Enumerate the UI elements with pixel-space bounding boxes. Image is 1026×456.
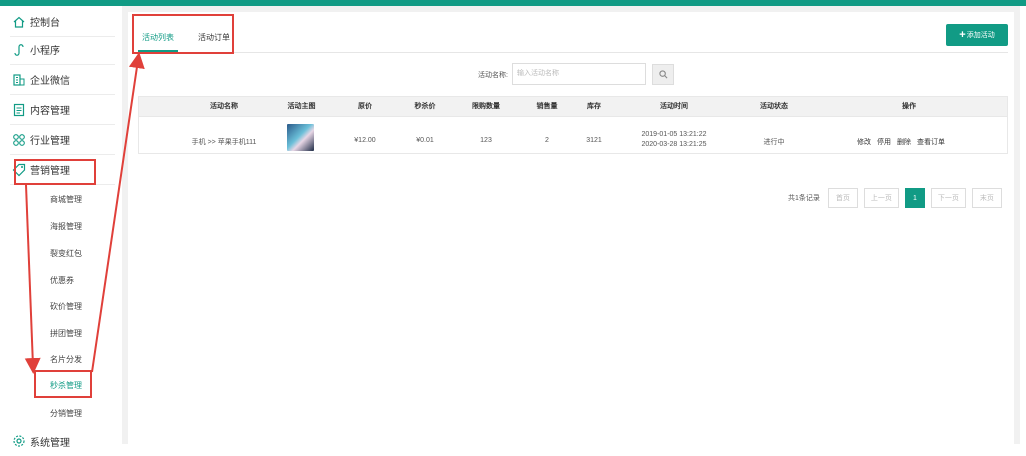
activity-thumbnail bbox=[287, 124, 314, 151]
gear-icon bbox=[10, 434, 28, 448]
sidebar: 控制台 小程序 企业微信 内容管理 行业管理 营销管理 商城管理 海报管理 裂变… bbox=[0, 6, 120, 454]
sidebar-item-label: 小程序 bbox=[30, 46, 60, 57]
column-header: 销售量 bbox=[536, 103, 558, 110]
sub-item-bargain[interactable]: 砍价管理 bbox=[50, 299, 82, 315]
activity-table: 活动名称 活动主图 原价 秒杀价 限购数量 销售量 库存 活动时间 活动状态 操… bbox=[138, 96, 1008, 154]
cell-seckill-price: ¥0.01 bbox=[416, 137, 434, 144]
sidebar-item-label: 营销管理 bbox=[30, 166, 70, 177]
sidebar-item-industry[interactable]: 行业管理 bbox=[10, 125, 115, 155]
cell-stock: 3121 bbox=[586, 137, 602, 144]
delete-link[interactable]: 删除 bbox=[897, 137, 911, 147]
cell-activity-name: 手机 >> 苹果手机111 bbox=[191, 139, 257, 146]
column-header: 限购数量 bbox=[472, 103, 500, 110]
sub-item-poster[interactable]: 海报管理 bbox=[50, 219, 82, 235]
sub-item-red-packet[interactable]: 裂变红包 bbox=[50, 246, 82, 262]
sidebar-item-system[interactable]: 系统管理 bbox=[10, 426, 115, 456]
column-header: 原价 bbox=[358, 103, 372, 110]
document-icon bbox=[10, 103, 28, 117]
column-header: 活动主图 bbox=[287, 103, 316, 110]
add-activity-label: 添加活动 bbox=[966, 32, 995, 39]
cell-time-end: 2020-03-28 13:21:25 bbox=[641, 141, 707, 148]
column-header: 活动时间 bbox=[660, 103, 688, 110]
column-header: 活动状态 bbox=[760, 103, 788, 110]
plus-icon: + bbox=[959, 29, 966, 41]
column-header: 活动名称 bbox=[210, 103, 238, 110]
edit-link[interactable]: 修改 bbox=[857, 137, 871, 147]
sub-item-group-buy[interactable]: 拼团管理 bbox=[50, 326, 82, 342]
sub-item-card-share[interactable]: 名片分发 bbox=[50, 352, 82, 368]
main-area: 活动列表 活动订单 + 添加活动 活动名称: 输入活动名称 活动名称 活动主图 … bbox=[122, 6, 1020, 444]
column-header: 库存 bbox=[587, 103, 601, 110]
total-count: 共1条记录 bbox=[788, 195, 820, 202]
prev-page-button[interactable]: 上一页 bbox=[863, 188, 899, 208]
sidebar-item-label: 系统管理 bbox=[30, 437, 70, 449]
search-label: 活动名称: bbox=[478, 72, 508, 79]
view-orders-link[interactable]: 查看订单 bbox=[917, 137, 945, 147]
content-panel: 活动列表 活动订单 + 添加活动 活动名称: 输入活动名称 活动名称 活动主图 … bbox=[128, 12, 1014, 444]
cell-sales: 2 bbox=[545, 137, 549, 144]
pagination: 共1条记录 首页 上一页 1 下一页 末页 bbox=[788, 188, 1002, 208]
sidebar-item-dashboard[interactable]: 控制台 bbox=[10, 7, 115, 37]
mini-program-icon bbox=[10, 43, 28, 57]
tab-activity-list[interactable]: 活动列表 bbox=[138, 30, 178, 52]
tab-divider bbox=[138, 52, 1008, 53]
sub-item-coupon[interactable]: 优惠券 bbox=[50, 273, 74, 289]
sidebar-item-marketing[interactable]: 营销管理 bbox=[10, 155, 115, 185]
next-page-button[interactable]: 下一页 bbox=[930, 188, 966, 208]
tab-bar: 活动列表 活动订单 bbox=[138, 30, 234, 52]
sidebar-item-label: 行业管理 bbox=[30, 136, 70, 147]
search-input[interactable]: 输入活动名称 bbox=[512, 63, 646, 85]
sub-item-distribution[interactable]: 分销管理 bbox=[50, 406, 82, 422]
home-icon bbox=[10, 15, 28, 29]
sidebar-item-label: 控制台 bbox=[30, 18, 60, 29]
sidebar-item-content[interactable]: 内容管理 bbox=[10, 95, 115, 125]
sidebar-item-mini-program[interactable]: 小程序 bbox=[10, 35, 115, 65]
column-header: 操作 bbox=[902, 103, 916, 110]
cell-original-price: ¥12.00 bbox=[354, 137, 376, 144]
last-page-button[interactable]: 末页 bbox=[971, 188, 1002, 208]
add-activity-button[interactable]: + 添加活动 bbox=[946, 24, 1008, 46]
sub-item-mall[interactable]: 商城管理 bbox=[50, 192, 82, 208]
sidebar-item-label: 内容管理 bbox=[30, 106, 70, 117]
sidebar-item-label: 企业微信 bbox=[30, 76, 70, 87]
column-header: 秒杀价 bbox=[414, 103, 436, 110]
row-actions: 修改 停用 删除 查看订单 bbox=[857, 137, 945, 147]
building-icon bbox=[10, 73, 28, 87]
tag-icon bbox=[10, 163, 28, 177]
sidebar-item-enterprise-wechat[interactable]: 企业微信 bbox=[10, 65, 115, 95]
cell-status: 进行中 bbox=[763, 139, 785, 146]
table-header: 活动名称 活动主图 原价 秒杀价 限购数量 销售量 库存 活动时间 活动状态 操… bbox=[139, 97, 1007, 117]
grid-icon bbox=[10, 133, 28, 147]
first-page-button[interactable]: 首页 bbox=[827, 188, 858, 208]
search-icon bbox=[658, 70, 667, 79]
cell-limit: 123 bbox=[480, 137, 492, 144]
cell-time-start: 2019-01-05 13:21:22 bbox=[641, 131, 707, 138]
disable-link[interactable]: 停用 bbox=[877, 137, 891, 147]
search-button[interactable] bbox=[652, 64, 674, 85]
sub-item-seckill[interactable]: 秒杀管理 bbox=[50, 378, 82, 394]
tab-activity-orders[interactable]: 活动订单 bbox=[194, 30, 234, 52]
current-page-button[interactable]: 1 bbox=[904, 188, 925, 208]
